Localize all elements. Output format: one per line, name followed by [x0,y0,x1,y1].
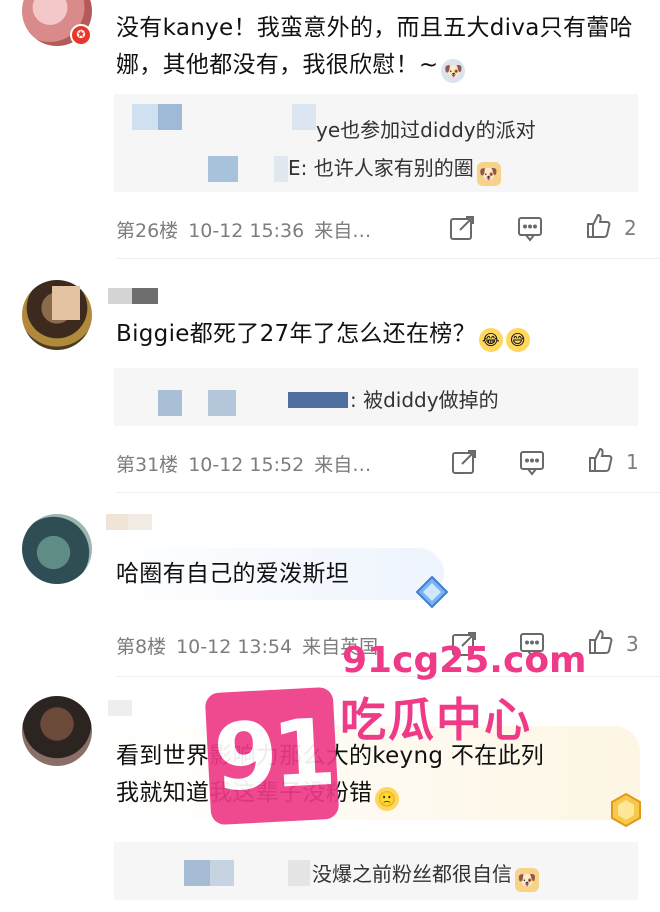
like-icon[interactable] [584,212,612,240]
watermark-logo: 91 [204,686,340,826]
diamond-badge-icon [415,575,449,609]
blurred-username [288,392,348,408]
reply-box[interactable]: ye也参加过diddy的派对 E: 也许人家有别的圈 🐶 [114,94,638,192]
divider [116,258,660,259]
reply-text: : 被diddy做掉的 [350,388,499,412]
comment-text: 哈圈有自己的爱泼斯坦 [116,561,349,587]
reply-box[interactable]: : 被diddy做掉的 [114,368,638,426]
avatar-overlay-blur [52,286,80,320]
watermark-name: 吃瓜中心 [340,693,532,747]
blurred-username [132,104,158,130]
reply-text: 没爆之前粉丝都很自信 🐶 [312,858,539,892]
blurred-username [208,156,238,182]
sweat-emoji-icon: 😅 [505,328,530,352]
blurred-username [208,390,236,416]
divider [116,492,660,493]
like-count: 1 [626,450,639,474]
like-icon[interactable] [586,446,614,474]
comment-meta: 第31楼 10-12 15:52 来自… [116,454,372,476]
reply-text: ye也参加过diddy的派对 [316,118,536,142]
blurred-username [274,156,288,182]
reply-text: E: 也许人家有别的圈 🐶 [288,152,501,186]
dog-emoji-icon: 🐶 [441,59,466,83]
like-count: 3 [626,632,639,656]
share-icon[interactable] [448,214,476,242]
avatar[interactable] [22,696,92,766]
blurred-username [128,514,152,530]
blurred-username [158,390,182,416]
blurred-username [288,860,310,886]
blurred-username [210,860,234,886]
avatar[interactable] [22,514,92,584]
dog-emoji-icon: 🐶 [515,868,539,892]
comment-icon[interactable] [518,448,546,476]
comment-meta: 第26楼 10-12 15:36 来自… [116,220,372,242]
like-count: 2 [624,216,637,240]
like-icon[interactable] [586,628,614,656]
blurred-username [106,514,128,530]
comment-text: Biggie都死了27年了怎么还在榜？ 😂 😅 [116,316,646,353]
blurred-username [108,288,132,304]
blurred-username [158,104,182,130]
blurred-username [184,860,210,886]
blurred-username [132,288,158,304]
gold-badge-icon [611,792,641,828]
comment-icon[interactable] [516,214,544,242]
vip-badge-icon: ✪ [70,24,92,46]
worried-emoji-icon: 🙁 [375,787,400,811]
share-icon[interactable] [450,448,478,476]
blurred-username [108,700,132,716]
dog-emoji-icon: 🐶 [476,162,501,186]
watermark-url: 91cg25.com [342,640,587,681]
blurred-username [292,104,316,130]
comment-text: 没有kanye！我蛮意外的，而且五大diva只有蕾哈娜，其他都没有，我很欣慰！~… [116,10,646,84]
cry-laugh-emoji-icon: 😂 [478,328,503,352]
reply-box[interactable]: 没爆之前粉丝都很自信 🐶 [114,842,638,900]
